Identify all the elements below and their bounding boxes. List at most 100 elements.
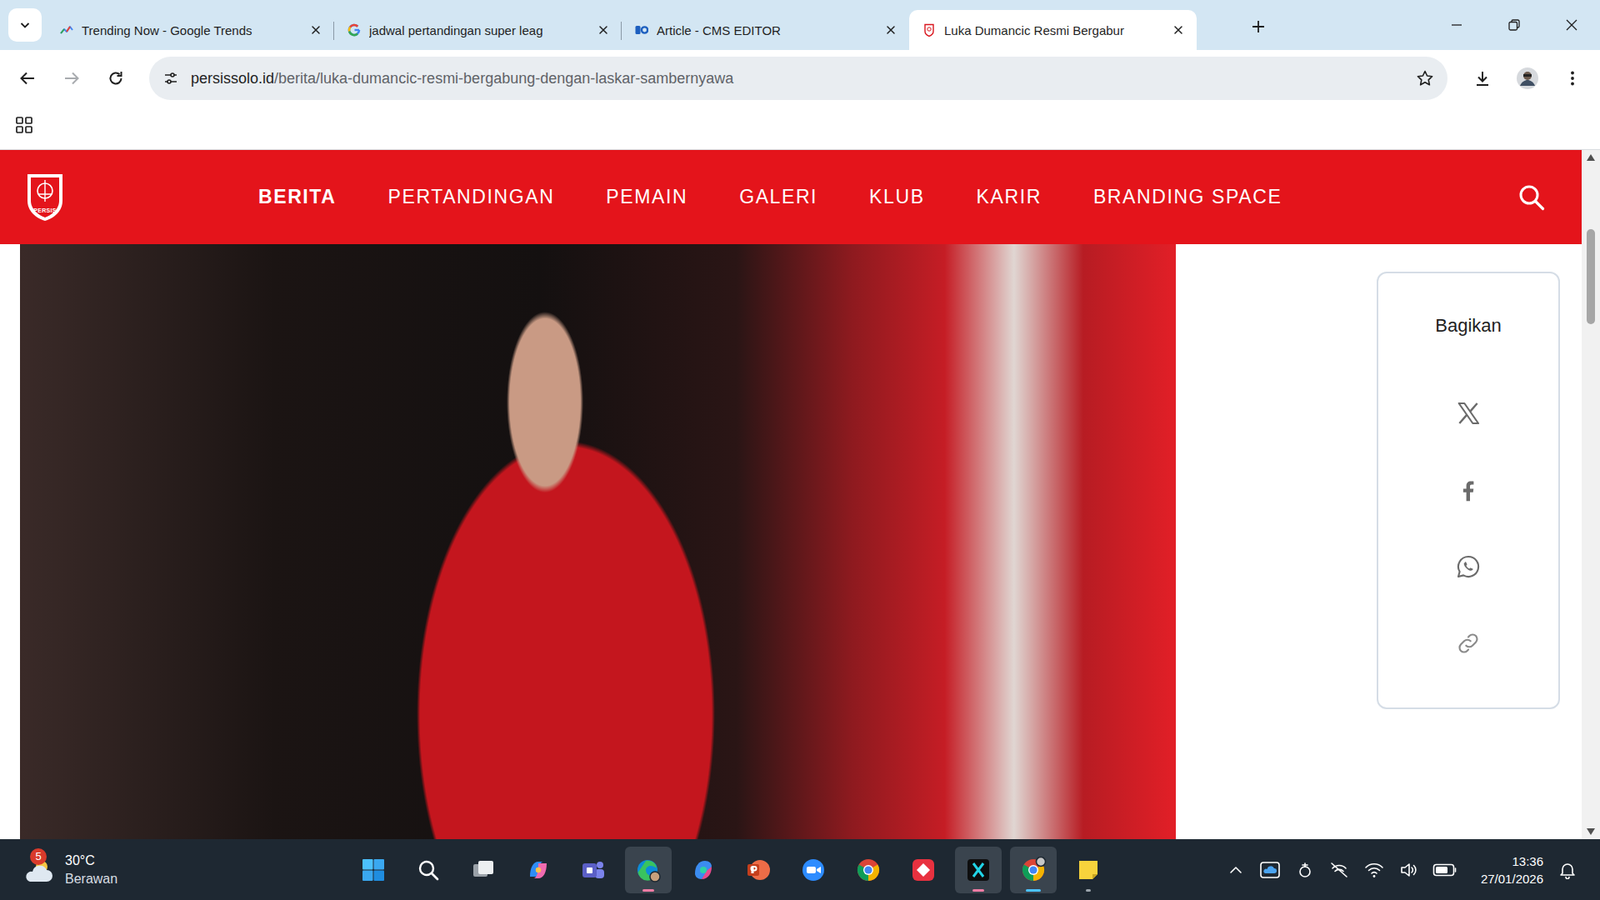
sync-icon[interactable]	[1295, 860, 1315, 880]
address-bar[interactable]: persissolo.id/berita/luka-dumancic-resmi…	[149, 56, 1448, 100]
taskbar-app[interactable]	[790, 846, 837, 894]
triangle-up-icon[interactable]	[1585, 153, 1596, 162]
x-icon[interactable]	[1455, 400, 1482, 427]
new-tab-button[interactable]	[1245, 13, 1272, 40]
reload-icon[interactable]	[106, 69, 125, 88]
taskbar-app[interactable]	[405, 846, 452, 894]
share-button[interactable]	[1455, 605, 1482, 682]
triangle-down-icon[interactable]	[1585, 827, 1596, 836]
nav-item[interactable]: GALERI	[739, 185, 818, 209]
link-icon[interactable]	[1455, 630, 1482, 657]
close-icon[interactable]	[596, 23, 610, 37]
restore-icon[interactable]	[1507, 18, 1521, 32]
more-vertical-icon[interactable]	[1563, 69, 1582, 88]
taskbar-app[interactable]	[515, 846, 562, 894]
nav-item[interactable]: PEMAIN	[605, 185, 688, 209]
scroll-down[interactable]	[1585, 827, 1596, 836]
scroll-up[interactable]	[1585, 153, 1596, 162]
edge-icon[interactable]	[635, 856, 662, 884]
search-icon[interactable]	[415, 856, 442, 884]
profile-button[interactable]	[1510, 61, 1545, 95]
chromeprofile-icon[interactable]	[1020, 856, 1047, 884]
nav-item[interactable]: BERITA	[258, 185, 337, 209]
taskbar-app[interactable]	[460, 846, 507, 894]
restore-button[interactable]	[1485, 0, 1543, 50]
browser-tab[interactable]: jadwal pertandingan super leag	[334, 10, 622, 50]
chrome-icon[interactable]	[855, 856, 882, 884]
taskbar-app[interactable]	[1065, 846, 1112, 894]
persis-shield-icon[interactable]	[25, 172, 65, 223]
zoom-icon[interactable]	[800, 856, 827, 884]
m365-icon[interactable]	[690, 856, 717, 884]
browser-tab[interactable]: Luka Dumancic Resmi Bergabur	[909, 10, 1197, 50]
battery-icon[interactable]	[1432, 862, 1458, 878]
taskbar-app[interactable]	[735, 846, 782, 894]
clock[interactable]: 13:3627/01/2026	[1480, 852, 1544, 888]
taskbar-app[interactable]	[845, 846, 892, 894]
facebook-icon[interactable]	[1455, 476, 1482, 504]
capcut-icon[interactable]	[965, 856, 992, 884]
site-search-button[interactable]	[1517, 183, 1546, 212]
minimize-button[interactable]	[1427, 0, 1485, 50]
taskbar-app[interactable]	[350, 846, 397, 894]
search-icon[interactable]	[1517, 183, 1546, 212]
back-button[interactable]	[10, 61, 45, 95]
download-icon[interactable]	[1473, 69, 1492, 88]
teams-icon[interactable]	[580, 856, 607, 884]
club-logo[interactable]: PERSIS	[25, 172, 65, 223]
browser-tab[interactable]: Trending Now - Google Trends	[46, 10, 335, 50]
close-icon[interactable]	[884, 23, 898, 37]
share-button[interactable]	[1455, 375, 1482, 452]
sticky-icon[interactable]	[1075, 856, 1102, 884]
close-icon[interactable]	[1565, 18, 1579, 32]
downloads-button[interactable]	[1465, 61, 1500, 95]
copilot-icon[interactable]	[525, 856, 552, 884]
forward-button[interactable]	[55, 61, 89, 95]
wifi-icon[interactable]	[1364, 860, 1385, 880]
reload-button[interactable]	[99, 61, 133, 95]
weather-widget[interactable]: 530°CBerawan	[0, 851, 350, 889]
page-scrollbar[interactable]	[1581, 150, 1600, 840]
minimize-icon[interactable]	[1450, 18, 1464, 32]
tab-search-button[interactable]	[8, 8, 42, 42]
close-icon[interactable]	[309, 23, 323, 37]
close-icon[interactable]	[1171, 23, 1185, 37]
whatsapp-icon[interactable]	[1455, 553, 1482, 580]
taskbar-app[interactable]	[680, 846, 727, 894]
share-button[interactable]	[1455, 528, 1482, 605]
star-icon[interactable]	[1415, 69, 1435, 88]
onedrive-cloud-icon[interactable]	[1259, 860, 1281, 880]
pinned-apps	[350, 846, 1112, 894]
taskbar-app[interactable]	[625, 846, 672, 894]
site-settings-icon[interactable]	[162, 70, 180, 87]
close-window-button[interactable]	[1542, 0, 1600, 50]
browser-tab[interactable]: Article - CMS EDITOR	[621, 10, 910, 50]
nav-item[interactable]: PERTANDINGAN	[388, 185, 555, 209]
chevron-up-icon[interactable]	[1227, 861, 1245, 879]
taskbar-app[interactable]	[900, 846, 947, 894]
notifications-icon[interactable]	[1558, 860, 1577, 880]
apps-grid-icon[interactable]	[15, 115, 34, 135]
plus-icon[interactable]	[1250, 19, 1266, 35]
forward-arrow-icon[interactable]	[62, 69, 81, 88]
taskbar-app[interactable]	[570, 846, 617, 894]
taskview-icon[interactable]	[470, 856, 497, 884]
network-off-icon[interactable]	[1329, 860, 1350, 880]
powerpoint-icon[interactable]	[745, 856, 772, 884]
window-controls	[1427, 0, 1600, 50]
volume-icon[interactable]	[1399, 860, 1418, 880]
nav-item[interactable]: KLUB	[869, 185, 925, 209]
taskbar-app[interactable]	[955, 846, 1002, 894]
taskbar-app[interactable]	[1010, 846, 1057, 894]
wps-icon[interactable]	[910, 856, 937, 884]
menu-button[interactable]	[1555, 61, 1590, 95]
start-icon[interactable]	[360, 856, 387, 884]
nav-item[interactable]: KARIR	[976, 185, 1042, 209]
share-button[interactable]	[1455, 451, 1482, 529]
avatar-icon[interactable]	[1515, 66, 1540, 90]
tab-strip: Trending Now - Google Trendsjadwal perta…	[0, 0, 1600, 50]
back-arrow-icon[interactable]	[18, 69, 37, 88]
chevron-down-icon[interactable]	[18, 18, 32, 32]
nav-item[interactable]: BRANDING SPACE	[1093, 185, 1282, 209]
scroll-thumb[interactable]	[1586, 229, 1595, 325]
